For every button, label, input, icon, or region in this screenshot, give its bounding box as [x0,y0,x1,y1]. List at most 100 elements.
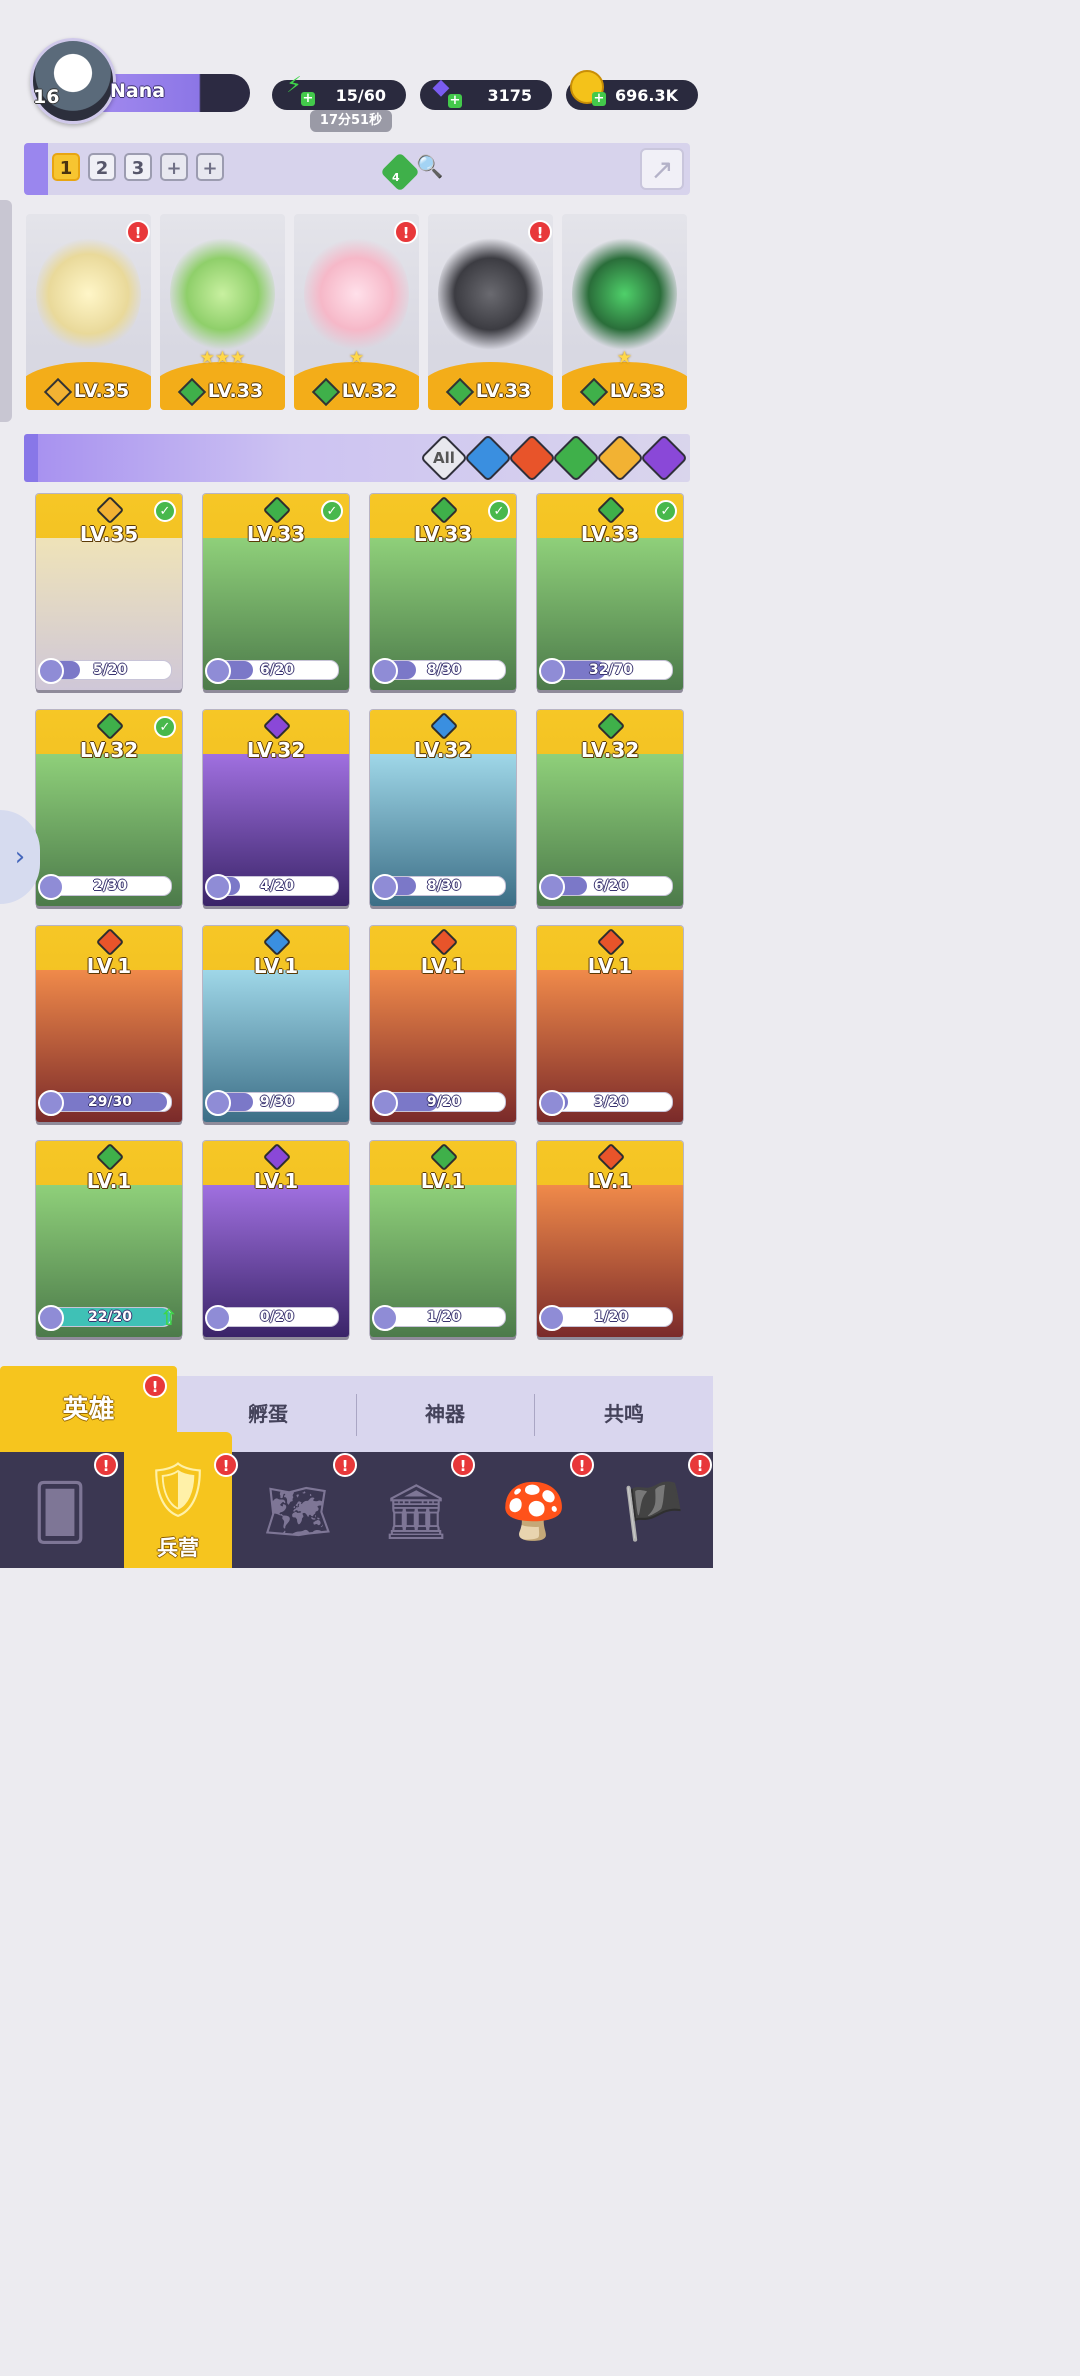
hero-portrait [170,234,275,354]
hero-card[interactable]: LV.32 8/30 [370,710,516,906]
nature-element-icon [177,377,206,406]
hero-level: LV.1 [587,1169,633,1193]
nature-element-icon [311,377,340,406]
nav-castle-icon[interactable]: 🏛 [366,1462,466,1562]
shard-count: 6/20 [593,878,629,894]
hero-card[interactable]: LV.35 ✓ 5/20 [36,494,182,690]
shard-count: 4/20 [259,878,295,894]
alert-badge: ! [126,220,150,244]
barracks-icon: 🛡 [143,1458,213,1521]
hero-card[interactable]: LV.1 22/20 ⇧ [36,1141,182,1337]
hero-level: LV.32 [246,738,306,762]
slot-stars: ★★★ [199,348,246,368]
hero-level: LV.1 [253,1169,299,1193]
expand-arrow-icon[interactable]: › [0,810,40,904]
alert-badge: ! [451,1453,475,1477]
team-tab-1[interactable]: 1 [52,153,80,181]
hero-level: LV.33 [580,522,640,546]
hero-card[interactable]: LV.32 6/20 [537,710,683,906]
energy-timer: 17分51秒 [310,110,392,132]
shard-progress-bar: 8/30 [382,876,506,896]
hero-level: LV.32 [79,738,139,762]
hero-card[interactable]: LV.1 29/30 [36,926,182,1122]
hero-level: LV.1 [587,954,633,978]
add-energy-icon[interactable]: + [301,92,315,106]
shard-count: 22/20 [87,1309,133,1325]
alert-badge: ! [214,1453,238,1477]
team-slot-4[interactable]: LV.33 [428,214,553,410]
shard-progress-bar: 9/30 [215,1092,339,1112]
hero-card[interactable]: LV.33 ✓ 8/30 [370,494,516,690]
shard-progress-bar: 3/20 [549,1092,673,1112]
team-slot-2[interactable]: ★★★ LV.33 [160,214,285,410]
team-slot-5[interactable]: ★ LV.33 [562,214,687,410]
hero-card[interactable]: LV.33 ✓ 32/70 [537,494,683,690]
search-icon[interactable]: 🔍 [416,155,443,181]
shard-count: 6/20 [259,662,295,678]
shard-count: 5/20 [92,662,128,678]
team-add-button-1[interactable]: + [160,153,188,181]
nature-element-icon [579,377,608,406]
hero-card[interactable]: LV.1 1/20 [537,1141,683,1337]
gems-value: 3175 [487,85,532,105]
team-slot-1[interactable]: LV.35 [26,214,151,410]
hero-level: LV.33 [413,522,473,546]
shard-count: 29/30 [87,1094,133,1110]
hero-card[interactable]: LV.32 4/20 [203,710,349,906]
nav-map-icon[interactable]: 🗺 [248,1462,348,1562]
hero-card[interactable]: LV.1 9/20 [370,926,516,1122]
hero-level: LV.35 [79,522,139,546]
team-gem-count: 4 [392,171,400,184]
team-tab-3[interactable]: 3 [124,153,152,181]
shard-count: 0/20 [259,1309,295,1325]
gold-value: 696.3K [614,85,678,105]
subtab-artifacts[interactable]: 神器 [357,1376,533,1452]
hero-shard-icon [372,874,398,900]
hero-shard-icon [38,1090,64,1116]
nature-element-icon [445,377,474,406]
light-element-icon [43,377,72,406]
hero-shard-icon [38,874,64,900]
left-edge-tab[interactable] [0,200,12,422]
energy-icon: ⚡ + [286,72,315,106]
hero-card[interactable]: LV.1 9/30 [203,926,349,1122]
hero-card[interactable]: LV.1 3/20 [537,926,683,1122]
team-slot-3[interactable]: ★ LV.32 [294,214,419,410]
alert-badge: ! [333,1453,357,1477]
hero-card[interactable]: LV.32 ✓ 2/30 [36,710,182,906]
hero-card[interactable]: LV.1 1/20 [370,1141,516,1337]
hero-card[interactable]: LV.1 0/20 [203,1141,349,1337]
shard-count: 2/30 [92,878,128,894]
slot-level: LV.33 [609,380,666,402]
add-gold-icon[interactable]: + [592,92,606,106]
in-team-check-icon: ✓ [321,500,343,522]
hero-shard-icon [372,658,398,684]
hero-shard-icon [539,658,565,684]
upgrade-arrow-icon[interactable]: ⇧ [160,1306,178,1331]
nav-mushroom-icon[interactable]: 🍄 [484,1462,584,1562]
shard-progress-bar: 9/20 [382,1092,506,1112]
shard-progress-bar: 6/20 [549,876,673,896]
nav-cards-icon[interactable]: 🂠 [10,1462,110,1562]
alert-badge: ! [143,1374,167,1398]
nav-guild-icon[interactable]: 🏴 [604,1462,704,1562]
shard-progress-bar: 29/30 [48,1092,172,1112]
hero-level: LV.1 [420,1169,466,1193]
team-tab-2[interactable]: 2 [88,153,116,181]
shard-count: 8/30 [426,662,462,678]
shard-count: 1/20 [426,1309,462,1325]
shard-progress-bar: 8/30 [382,660,506,680]
hero-card[interactable]: LV.33 ✓ 6/20 [203,494,349,690]
subtab-resonance[interactable]: 共鸣 [535,1376,713,1452]
in-team-check-icon: ✓ [154,500,176,522]
slot-level: LV.32 [341,380,398,402]
player-level: 16 [33,86,60,108]
hero-shard-icon [205,1090,231,1116]
hero-level: LV.1 [86,954,132,978]
add-gems-icon[interactable]: + [448,94,462,108]
team-add-button-2[interactable]: + [196,153,224,181]
shard-progress-bar: 22/20 [48,1307,172,1327]
hero-portrait [36,234,141,354]
player-avatar[interactable] [30,38,116,124]
share-icon[interactable]: ↗ [640,148,684,190]
